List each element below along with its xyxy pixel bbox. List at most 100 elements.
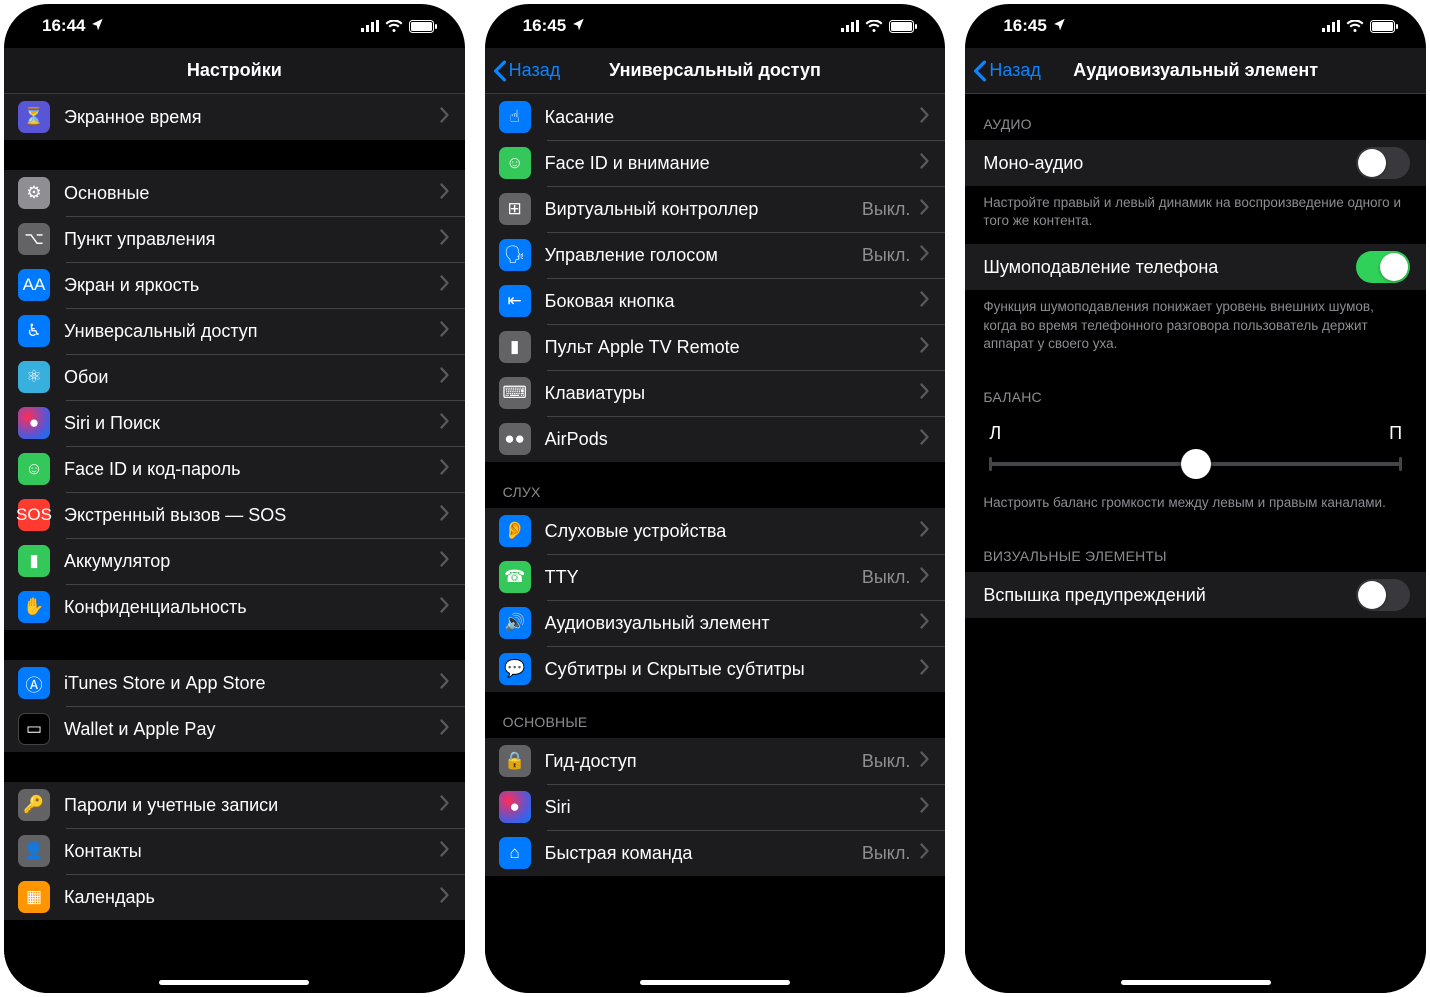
settings-row[interactable]: ⒶiTunes Store и App Store: [4, 660, 465, 706]
balance-slider[interactable]: [989, 462, 1402, 466]
keyboard-icon: ⌨︎: [499, 377, 531, 409]
settings-row[interactable]: ⌂Быстрая командаВыкл.: [485, 830, 946, 876]
settings-row[interactable]: ✋Конфиденциальность: [4, 584, 465, 630]
chevron-right-icon: [440, 321, 449, 342]
location-icon: [91, 16, 105, 36]
status-bar: 16:44: [4, 4, 465, 48]
row-label: Экранное время: [64, 107, 440, 128]
status-bar: 16:45: [485, 4, 946, 48]
settings-row[interactable]: ●Siri: [485, 784, 946, 830]
settings-row[interactable]: SOSЭкстренный вызов — SOS: [4, 492, 465, 538]
row-value: Выкл.: [862, 567, 911, 588]
chevron-right-icon: [440, 413, 449, 434]
chevron-right-icon: [440, 887, 449, 908]
settings-row[interactable]: ⊞Виртуальный контроллерВыкл.: [485, 186, 946, 232]
row-label: Siri: [545, 797, 921, 818]
back-button[interactable]: Назад: [965, 60, 1041, 82]
settings-row[interactable]: ⏳Экранное время: [4, 94, 465, 140]
remote-icon: ▮: [499, 331, 531, 363]
chevron-right-icon: [920, 797, 929, 818]
back-button[interactable]: Назад: [485, 60, 561, 82]
guided-icon: 🔒: [499, 745, 531, 777]
balance-control: Л П: [965, 413, 1426, 486]
gear-icon: ⚙︎: [18, 177, 50, 209]
chevron-right-icon: [920, 199, 929, 220]
status-time: 16:44: [42, 16, 85, 36]
settings-row[interactable]: 🔊Аудиовизуальный элемент: [485, 600, 946, 646]
balance-right-label: П: [1389, 423, 1402, 444]
atom-icon: ⚛︎: [18, 361, 50, 393]
battery-icon: [409, 20, 437, 33]
balance-left-label: Л: [989, 423, 1001, 444]
chevron-right-icon: [440, 107, 449, 128]
hand-icon: ✋: [18, 591, 50, 623]
settings-row[interactable]: 🔑Пароли и учетные записи: [4, 782, 465, 828]
chevron-left-icon: [493, 60, 507, 82]
home-indicator[interactable]: [1121, 980, 1271, 985]
row-label: Вспышка предупреждений: [983, 585, 1356, 606]
side-button-icon: ⇤: [499, 285, 531, 317]
chevron-right-icon: [920, 521, 929, 542]
settings-row[interactable]: ▮Аккумулятор: [4, 538, 465, 584]
settings-row[interactable]: ☝︎Касание: [485, 94, 946, 140]
settings-row[interactable]: ▦Календарь: [4, 874, 465, 920]
settings-row[interactable]: ☎︎ TTYВыкл.: [485, 554, 946, 600]
status-icons: [361, 20, 437, 33]
settings-row[interactable]: 👂Слуховые устройства: [485, 508, 946, 554]
slider-knob[interactable]: [1181, 449, 1211, 479]
row-label: Аудиовизуальный элемент: [545, 613, 921, 634]
settings-row[interactable]: 🔒Гид-доступВыкл.: [485, 738, 946, 784]
touch-icon: ☝︎: [499, 101, 531, 133]
settings-row[interactable]: ⚙︎Основные: [4, 170, 465, 216]
settings-row[interactable]: ⌨︎Клавиатуры: [485, 370, 946, 416]
settings-row[interactable]: ♿︎Универсальный доступ: [4, 308, 465, 354]
settings-row[interactable]: 🗣Управление голосомВыкл.: [485, 232, 946, 278]
chevron-right-icon: [440, 719, 449, 740]
row-label: Аккумулятор: [64, 551, 440, 572]
chevron-right-icon: [920, 751, 929, 772]
chevron-right-icon: [440, 841, 449, 862]
row-value: Выкл.: [862, 751, 911, 772]
toggle-led-flash[interactable]: [1356, 579, 1410, 611]
subtitles-icon: 💬: [499, 653, 531, 685]
chevron-left-icon: [973, 60, 987, 82]
row-mono-audio[interactable]: Моно-аудио: [965, 140, 1426, 186]
audiovisual-list[interactable]: АУДИО Моно-аудио Настройте правый и левы…: [965, 94, 1426, 993]
settings-row[interactable]: ⚛︎Обои: [4, 354, 465, 400]
contacts-icon: 👤: [18, 835, 50, 867]
status-time: 16:45: [523, 16, 566, 36]
row-noise-cancel[interactable]: Шумоподавление телефона: [965, 244, 1426, 290]
settings-row[interactable]: ●● AirPods: [485, 416, 946, 462]
siri-icon: ●: [18, 407, 50, 439]
settings-row[interactable]: AAЭкран и яркость: [4, 262, 465, 308]
airpods-icon: ●●: [499, 423, 531, 455]
tty-icon: ☎︎: [499, 561, 531, 593]
row-led-flash[interactable]: Вспышка предупреждений: [965, 572, 1426, 618]
key-icon: 🔑: [18, 789, 50, 821]
settings-row[interactable]: 💬Субтитры и Скрытые субтитры: [485, 646, 946, 692]
settings-row[interactable]: ☺︎Face ID и внимание: [485, 140, 946, 186]
cellular-icon: [361, 20, 379, 32]
settings-row[interactable]: ⇤Боковая кнопка: [485, 278, 946, 324]
settings-row[interactable]: ☺︎Face ID и код-пароль: [4, 446, 465, 492]
accessibility-list[interactable]: ☝︎Касание☺︎Face ID и внимание⊞Виртуальны…: [485, 94, 946, 993]
settings-row[interactable]: 👤Контакты: [4, 828, 465, 874]
chevron-right-icon: [920, 659, 929, 680]
row-label: TTY: [545, 567, 862, 588]
settings-row[interactable]: ▭Wallet и Apple Pay: [4, 706, 465, 752]
chevron-right-icon: [440, 367, 449, 388]
home-indicator[interactable]: [640, 980, 790, 985]
row-label: Пункт управления: [64, 229, 440, 250]
toggle-noise-cancel[interactable]: [1356, 251, 1410, 283]
settings-row[interactable]: ⌥ Пункт управления: [4, 216, 465, 262]
settings-row[interactable]: ●Siri и Поиск: [4, 400, 465, 446]
home-indicator[interactable]: [159, 980, 309, 985]
row-label: AirPods: [545, 429, 921, 450]
settings-row[interactable]: ▮Пульт Apple TV Remote: [485, 324, 946, 370]
settings-list[interactable]: ⏳Экранное время ⚙︎Основные ⌥ Пункт управле…: [4, 94, 465, 993]
chevron-right-icon: [920, 153, 929, 174]
toggles-icon: ⌥: [18, 223, 50, 255]
toggle-mono-audio[interactable]: [1356, 147, 1410, 179]
calendar-icon: ▦: [18, 881, 50, 913]
row-value: Выкл.: [862, 843, 911, 864]
